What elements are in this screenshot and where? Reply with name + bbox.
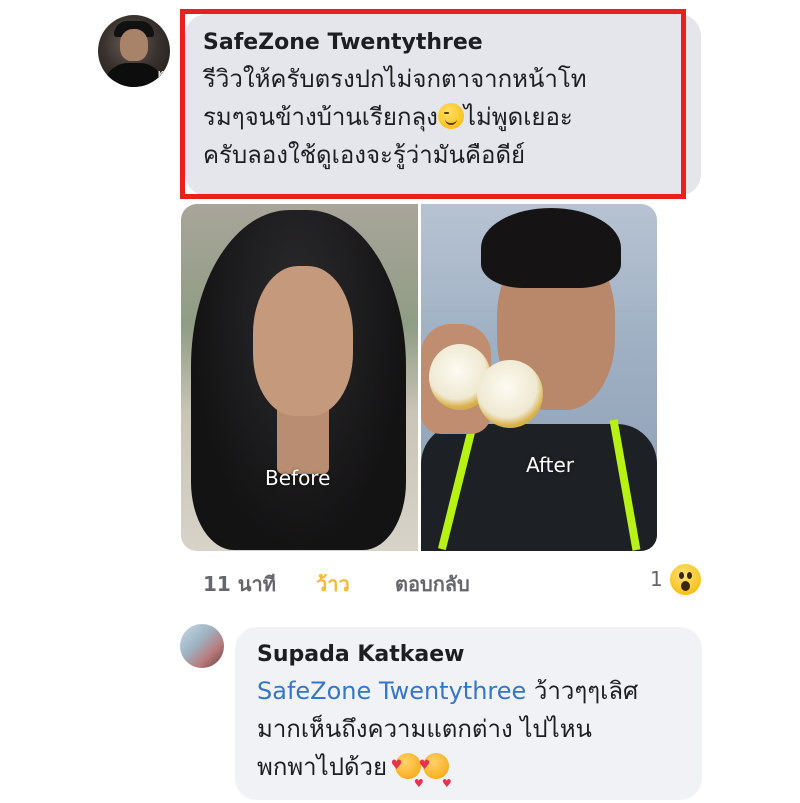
reply-line-3-text: พกพาไปด้วย bbox=[257, 753, 395, 781]
after-photo: After bbox=[421, 204, 657, 551]
reply-line-1-rest: ว้าวๆๆเลิศ bbox=[526, 677, 639, 705]
short-hair-shape bbox=[481, 208, 621, 288]
smiling-face-with-hearts-icon bbox=[391, 747, 424, 803]
reply-avatar[interactable] bbox=[180, 624, 224, 668]
reaction-button[interactable]: ว้าว bbox=[316, 568, 350, 600]
comment-text: รีวิวให้ครับตรงปกไม่จกตาจากหน้าโท รมๆจนข… bbox=[203, 60, 673, 174]
comment-timestamp[interactable]: 11 นาที bbox=[203, 568, 276, 600]
comment-photo[interactable]: Before After bbox=[181, 204, 657, 551]
wow-mouth bbox=[681, 581, 690, 591]
comment-line-1: รีวิวให้ครับตรงปกไม่จกตาจากหน้าโท bbox=[203, 65, 587, 93]
reply-author-name[interactable]: Supada Katkaew bbox=[257, 642, 465, 667]
comment-line-2: รมๆจนข้างบ้านเรียกลุง ไม่พูดเยอะ bbox=[203, 98, 673, 136]
wink-emoji-icon bbox=[437, 103, 464, 129]
reply-line-1: SafeZone Twentythree ว้าวๆๆเลิศ bbox=[257, 672, 687, 710]
wow-reaction-icon[interactable] bbox=[670, 564, 701, 595]
after-label: After bbox=[526, 453, 575, 477]
comment-line-2-tail: ไม่พูดเยอะ bbox=[463, 103, 573, 131]
reaction-count[interactable]: 1 bbox=[650, 567, 663, 591]
reply-button[interactable]: ตอบกลับ bbox=[395, 568, 470, 600]
reply-line-2: มากเห็นถึงความแตกต่าง ไปไหน bbox=[257, 715, 592, 743]
smiling-face-with-hearts-icon bbox=[419, 747, 452, 803]
reply-text: SafeZone Twentythree ว้าวๆๆเลิศ มากเห็นถ… bbox=[257, 672, 687, 803]
face-shape bbox=[253, 266, 353, 416]
comment-line-3: ครับลองใช้ดูเองจะรู้ว่ามันคือดีย์ bbox=[203, 141, 526, 169]
reply-mention-link[interactable]: SafeZone Twentythree bbox=[257, 677, 526, 705]
reply-line-3: พกพาไปด้วย bbox=[257, 747, 687, 803]
wow-eye-left bbox=[679, 572, 684, 579]
before-label: Before bbox=[265, 466, 331, 490]
wow-eye-right bbox=[687, 572, 692, 579]
avatar-shirt-text: K bbox=[157, 70, 164, 79]
comment-line-2-text: รมๆจนข้างบ้านเรียกลุง bbox=[203, 103, 438, 131]
avatar-face bbox=[120, 29, 148, 61]
comment-author-name[interactable]: SafeZone Twentythree bbox=[203, 30, 483, 55]
avatar-shirt bbox=[104, 63, 164, 87]
commenter-avatar[interactable]: K bbox=[98, 15, 170, 87]
before-photo: Before bbox=[181, 204, 418, 551]
cream-jar-2 bbox=[477, 360, 543, 428]
